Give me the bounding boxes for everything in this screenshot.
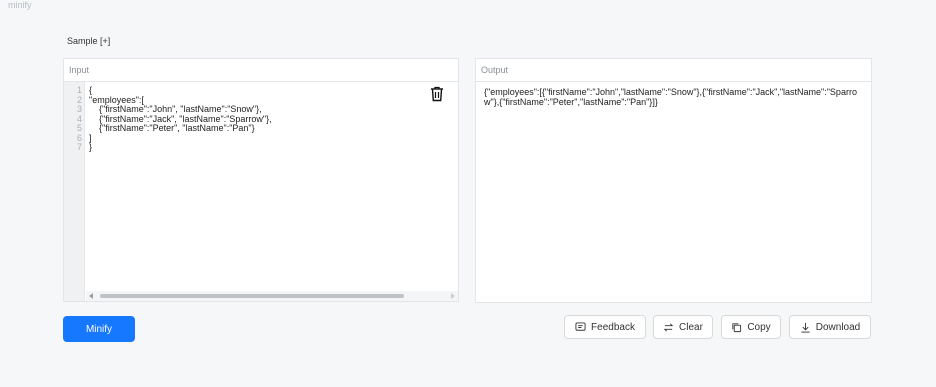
clear-button[interactable]: Clear xyxy=(653,315,713,339)
minify-button[interactable]: Minify xyxy=(63,316,135,342)
copy-label: Copy xyxy=(747,321,771,333)
copy-icon xyxy=(732,322,742,332)
line-numbers: 1234567 xyxy=(64,85,82,153)
scroll-left-icon[interactable] xyxy=(89,293,93,299)
top-label: minify xyxy=(8,0,32,10)
message-icon xyxy=(575,321,586,331)
horizontal-scrollbar[interactable] xyxy=(86,291,458,301)
download-button[interactable]: Download xyxy=(789,315,871,339)
output-text[interactable]: {"employees":[{"firstName":"John","lastN… xyxy=(484,87,863,107)
copy-button[interactable]: Copy xyxy=(721,315,781,339)
download-label: Download xyxy=(815,321,861,333)
code-editor[interactable]: { "employees":[ {"firstName":"John", "la… xyxy=(89,85,272,153)
clear-label: Clear xyxy=(679,321,703,333)
output-panel: Output {"employees":[{"firstName":"John"… xyxy=(475,58,872,303)
feedback-button[interactable]: Feedback xyxy=(564,315,646,339)
scrollbar-thumb[interactable] xyxy=(100,294,404,298)
trash-icon[interactable] xyxy=(430,86,444,102)
input-panel: Input 1234567 { "employees":[ {"firstNam… xyxy=(63,58,459,302)
line-number: 7 xyxy=(76,142,82,152)
scroll-right-icon[interactable] xyxy=(451,293,455,299)
input-panel-header: Input xyxy=(64,59,458,82)
output-panel-header: Output xyxy=(476,59,871,82)
feedback-label: Feedback xyxy=(591,321,635,333)
download-icon xyxy=(801,322,810,333)
sample-link[interactable]: Sample [+] xyxy=(67,36,110,46)
swap-icon xyxy=(663,323,674,331)
